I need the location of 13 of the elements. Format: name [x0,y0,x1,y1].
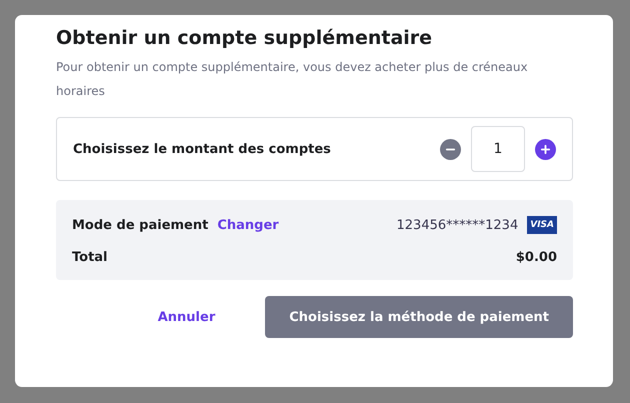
card-brand-logo: VISA [527,216,557,234]
dialog-description: Pour obtenir un compte supplémentaire, vous devez acheter plus de créneaux horaires [56,59,529,100]
dialog-title: Obtenir un compte supplémentaire [56,26,434,51]
payment-method-label: Mode de paiement [72,218,208,232]
quantity-field[interactable]: 1 [471,126,525,172]
change-link[interactable]: Changer [217,218,279,232]
quantity-label: Choisissez le montant des comptes [73,142,332,156]
card-number: 123456******1234 [396,218,518,232]
plus-button[interactable] [535,138,556,160]
total-label: Total [72,250,108,264]
plus-icon [540,144,551,154]
total-value: $0.00 [516,250,557,264]
cancel-button[interactable]: Annuler [118,296,256,338]
